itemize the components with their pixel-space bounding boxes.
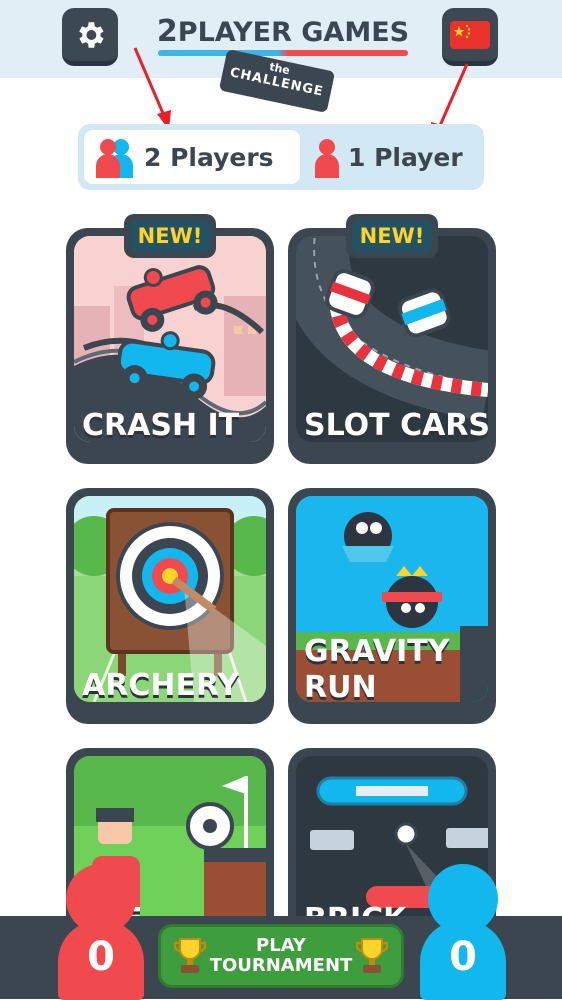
game-card-crash-it[interactable]: CRASH IT [66,228,274,464]
player-blue-score: 0 [420,864,506,1000]
player-mode-selector: 2 Players 1 Player [78,124,484,190]
tournament-label-line1: PLAY [256,935,306,956]
game-card-archery[interactable]: ARCHERY [66,488,274,724]
game-title-line2: RUN [304,670,377,705]
china-flag-icon [450,20,490,49]
game-title-line1: GRAVITY [304,634,450,669]
player-red-score-value: 0 [87,934,115,980]
game-title: GRAVITY RUN [304,634,449,706]
app-logo-title: 2PLAYER GAMES [156,14,410,49]
game-card-slot-cars[interactable]: SLOT CARS [288,228,496,464]
two-players-tab[interactable]: 2 Players [84,130,300,184]
player-blue-score-value: 0 [449,934,477,980]
logo-text: PLAYER GAMES [177,17,410,48]
one-player-tab[interactable]: 1 Player [302,130,478,184]
new-badge-label: NEW! [130,220,210,252]
game-title: ARCHERY [82,668,240,703]
logo-stripe [158,50,408,56]
play-tournament-button[interactable]: PLAY TOURNAMENT [158,924,404,988]
tournament-label: PLAY TOURNAMENT [206,936,356,976]
language-button[interactable] [442,8,498,66]
new-badge: NEW! [346,214,438,258]
two-players-label: 2 Players [144,142,274,172]
one-player-label: 1 Player [348,142,463,172]
game-title: CRASH IT [82,408,240,443]
new-badge-label: NEW! [352,220,432,252]
tournament-label-line2: TOURNAMENT [209,955,353,976]
new-badge: NEW! [124,214,216,258]
trophy-icon [174,938,206,973]
trophy-icon [356,938,388,973]
game-title: SLOT CARS [304,408,491,443]
annotation-arrow-left [133,47,171,130]
game-card-gravity-run[interactable]: GRAVITY RUN [288,488,496,724]
one-player-icon [315,139,339,178]
player-red-score: 0 [58,864,144,1000]
two-players-icon [96,139,133,178]
settings-button[interactable] [62,8,118,66]
gear-icon [79,21,104,48]
